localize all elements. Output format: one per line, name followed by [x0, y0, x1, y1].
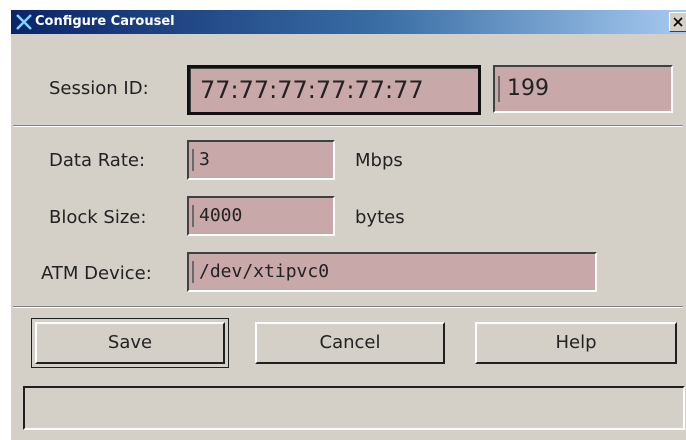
- session-id-number-field[interactable]: 199: [493, 65, 673, 113]
- block-size-value: 4000: [199, 205, 243, 226]
- session-id-address-field[interactable]: 77:77:77:77:77:77: [187, 65, 481, 115]
- block-size-label: Block Size:: [49, 207, 147, 228]
- title-bar[interactable]: Configure Carousel: [11, 10, 686, 34]
- session-id-number-value: 199: [507, 76, 549, 101]
- atm-device-value: /dev/xtipvc0: [199, 261, 330, 282]
- session-id-address-value: 77:77:77:77:77:77: [200, 76, 424, 104]
- status-bar: [23, 386, 685, 430]
- configure-carousel-dialog: Configure Carousel Session ID: 77:77:77:…: [10, 10, 686, 440]
- section-divider: [13, 125, 683, 127]
- text-caret: [192, 261, 194, 283]
- data-rate-field[interactable]: 3: [187, 140, 335, 180]
- data-rate-value: 3: [199, 149, 210, 170]
- text-caret: [498, 76, 500, 102]
- block-size-field[interactable]: 4000: [187, 196, 335, 236]
- cancel-button[interactable]: Cancel: [255, 322, 445, 364]
- block-size-unit: bytes: [355, 207, 405, 228]
- atm-device-label: ATM Device:: [41, 263, 152, 284]
- data-rate-label: Data Rate:: [49, 150, 146, 171]
- text-caret: [192, 205, 194, 227]
- session-id-label: Session ID:: [49, 78, 149, 99]
- section-divider: [13, 306, 683, 308]
- text-caret: [192, 149, 194, 171]
- save-button[interactable]: Save: [31, 318, 229, 368]
- help-button[interactable]: Help: [475, 322, 677, 364]
- atm-device-field[interactable]: /dev/xtipvc0: [187, 252, 597, 292]
- x-logo-icon: [16, 14, 32, 30]
- close-icon: [673, 17, 683, 27]
- window-title: Configure Carousel: [35, 14, 175, 29]
- close-button[interactable]: [669, 12, 686, 32]
- data-rate-unit: Mbps: [355, 150, 403, 171]
